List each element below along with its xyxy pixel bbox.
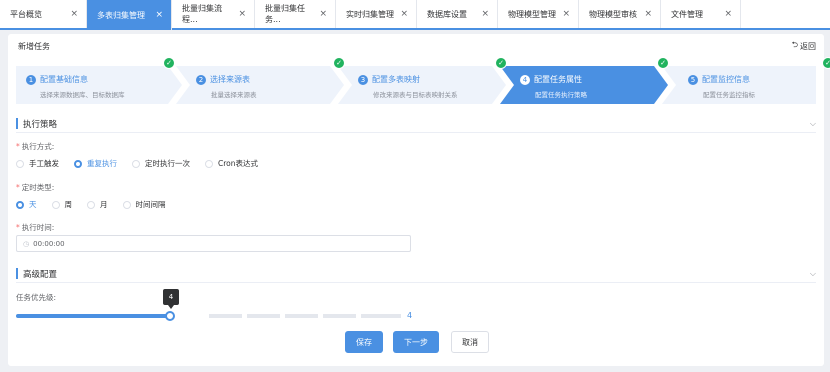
- priority-label: 任务优先级:: [16, 293, 57, 302]
- tab-batch-task[interactable]: 批量归集任务... ×: [255, 0, 336, 28]
- slider-fill: [16, 314, 170, 318]
- section-title: 高级配置: [23, 269, 58, 280]
- page-header: 新增任务 ⮌ 返回: [8, 34, 824, 58]
- return-arrow-icon: ⮌: [791, 40, 798, 49]
- tab-physical-model-review[interactable]: 物理模型审核 ×: [579, 0, 661, 28]
- exec-time-value: 00:00:00: [33, 239, 65, 248]
- step-title: 配置基础信息: [40, 75, 88, 84]
- step-number: 2: [196, 74, 206, 85]
- tab-label: 物理模型管理: [508, 9, 556, 19]
- timing-type-radio-group: 天 周 月 时间间隔: [16, 199, 166, 210]
- close-icon[interactable]: ×: [400, 9, 408, 19]
- exec-time-picker[interactable]: ◷ 00:00:00: [16, 235, 411, 252]
- priority-tooltip: 4: [163, 289, 179, 309]
- radio-manual-trigger[interactable]: 手工触发: [16, 158, 59, 169]
- slider-handle[interactable]: [165, 311, 175, 321]
- priority-slider[interactable]: [16, 311, 401, 321]
- step-title: 选择来源表: [210, 75, 250, 84]
- tab-label: 文件管理: [671, 9, 703, 19]
- radio-cron-expression[interactable]: Cron表达式: [205, 158, 258, 169]
- slider-segment: [285, 314, 318, 318]
- close-icon[interactable]: ×: [155, 10, 163, 20]
- step-number: 5: [688, 74, 698, 85]
- exec-mode-radio-group: 手工触发 重复执行 定时执行一次 Cron表达式: [16, 158, 258, 169]
- step-number: 4: [520, 74, 530, 85]
- radio-scheduled-once[interactable]: 定时执行一次: [132, 158, 190, 169]
- exec-time-label: * 执行时间:: [16, 223, 55, 232]
- step-desc: 修改来源表与目标表映射关系: [373, 91, 458, 99]
- cancel-button[interactable]: 取消: [451, 331, 489, 353]
- step-desc: 选择来源数据库、目标数据库: [40, 91, 125, 99]
- page-title: 新增任务: [18, 41, 50, 51]
- tab-label: 批量归集任务...: [265, 4, 305, 24]
- close-icon[interactable]: ×: [238, 9, 246, 19]
- timing-type-label: * 定时类型:: [16, 183, 55, 192]
- tab-file-management[interactable]: 文件管理 ×: [661, 0, 741, 28]
- close-icon[interactable]: ×: [644, 9, 652, 19]
- slider-segment: [361, 314, 401, 318]
- exec-mode-label: * 执行方式:: [16, 142, 55, 151]
- step-number: 3: [358, 74, 368, 85]
- radio-week[interactable]: 周: [51, 199, 72, 210]
- step-desc: 批量选择来源表: [211, 91, 257, 99]
- section-marker: [16, 268, 18, 279]
- chevron-down-icon[interactable]: ⌵: [810, 119, 816, 129]
- radio-day[interactable]: 天: [16, 199, 37, 210]
- radio-month[interactable]: 月: [87, 199, 108, 210]
- tab-bar: 平台概览 × 多表归集管理 × 批量归集流程... × 批量归集任务... × …: [0, 0, 830, 30]
- step-configure-table-mapping[interactable]: 3 配置多表映射 修改来源表与目标表映射关系 ✓: [338, 57, 507, 104]
- radio-repeat-execution[interactable]: 重复执行: [74, 158, 117, 169]
- step-configure-monitoring[interactable]: 5 配置监控信息 配置任务监控指标 ✓: [662, 57, 830, 104]
- main-card: 新增任务 ⮌ 返回 1 配置基础信息 选择来源数据库、目标数据库 ✓ 2 选择来源表…: [8, 34, 830, 366]
- tab-batch-flow[interactable]: 批量归集流程... ×: [172, 0, 255, 28]
- close-icon[interactable]: ×: [70, 9, 78, 19]
- step-select-source-tables[interactable]: 2 选择来源表 批量选择来源表 ✓: [176, 57, 345, 104]
- slider-segment: [209, 314, 242, 318]
- close-icon[interactable]: ×: [724, 9, 732, 19]
- tab-physical-model[interactable]: 物理模型管理 ×: [498, 0, 579, 28]
- tab-label: 物理模型审核: [589, 9, 637, 19]
- tab-multi-table-collection[interactable]: 多表归集管理 ×: [87, 0, 172, 30]
- step-desc: 配置任务监控指标: [703, 91, 755, 99]
- tab-platform-overview[interactable]: 平台概览 ×: [0, 0, 87, 28]
- tab-label: 实时归集管理: [346, 9, 394, 19]
- close-icon[interactable]: ×: [481, 9, 489, 19]
- save-button[interactable]: 保存: [345, 331, 383, 353]
- next-step-button[interactable]: 下一步: [393, 331, 439, 353]
- check-circle-icon: ✓: [822, 57, 830, 69]
- clock-icon: ◷: [23, 239, 30, 248]
- section-marker: [16, 118, 18, 129]
- check-circle-icon: ✓: [163, 57, 175, 69]
- section-advanced-config[interactable]: 高级配置 ⌵: [16, 265, 816, 283]
- slider-segment: [247, 314, 280, 318]
- step-title: 配置多表映射: [372, 75, 420, 84]
- tab-realtime-collection[interactable]: 实时归集管理 ×: [336, 0, 417, 28]
- tab-database-settings[interactable]: 数据库设置 ×: [417, 0, 498, 28]
- section-title: 执行策略: [23, 119, 58, 130]
- back-button[interactable]: ⮌ 返回: [792, 39, 816, 53]
- step-title: 配置任务属性: [534, 75, 582, 84]
- tab-label: 平台概览: [10, 9, 42, 19]
- radio-time-interval[interactable]: 时间间隔: [122, 199, 166, 210]
- stepper: 1 配置基础信息 选择来源数据库、目标数据库 ✓ 2 选择来源表 批量选择来源表 ✓…: [16, 57, 830, 104]
- step-configure-task-properties[interactable]: 4 配置任务属性 配置任务执行策略 ✓: [500, 57, 669, 104]
- back-label: 返回: [800, 41, 816, 51]
- priority-value: 4: [407, 311, 413, 320]
- slider-segment: [323, 314, 356, 318]
- close-icon[interactable]: ×: [319, 9, 327, 19]
- step-title: 配置监控信息: [702, 75, 750, 84]
- tab-label: 批量归集流程...: [182, 4, 222, 24]
- tab-label: 多表归集管理: [97, 10, 145, 20]
- step-number: 1: [26, 74, 36, 85]
- step-desc: 配置任务执行策略: [535, 91, 587, 99]
- section-execution-strategy[interactable]: 执行策略 ⌵: [16, 115, 816, 133]
- chevron-down-icon[interactable]: ⌵: [810, 269, 816, 279]
- step-configure-basic-info[interactable]: 1 配置基础信息 选择来源数据库、目标数据库 ✓: [16, 57, 182, 104]
- tab-label: 数据库设置: [427, 9, 467, 19]
- close-icon[interactable]: ×: [562, 9, 570, 19]
